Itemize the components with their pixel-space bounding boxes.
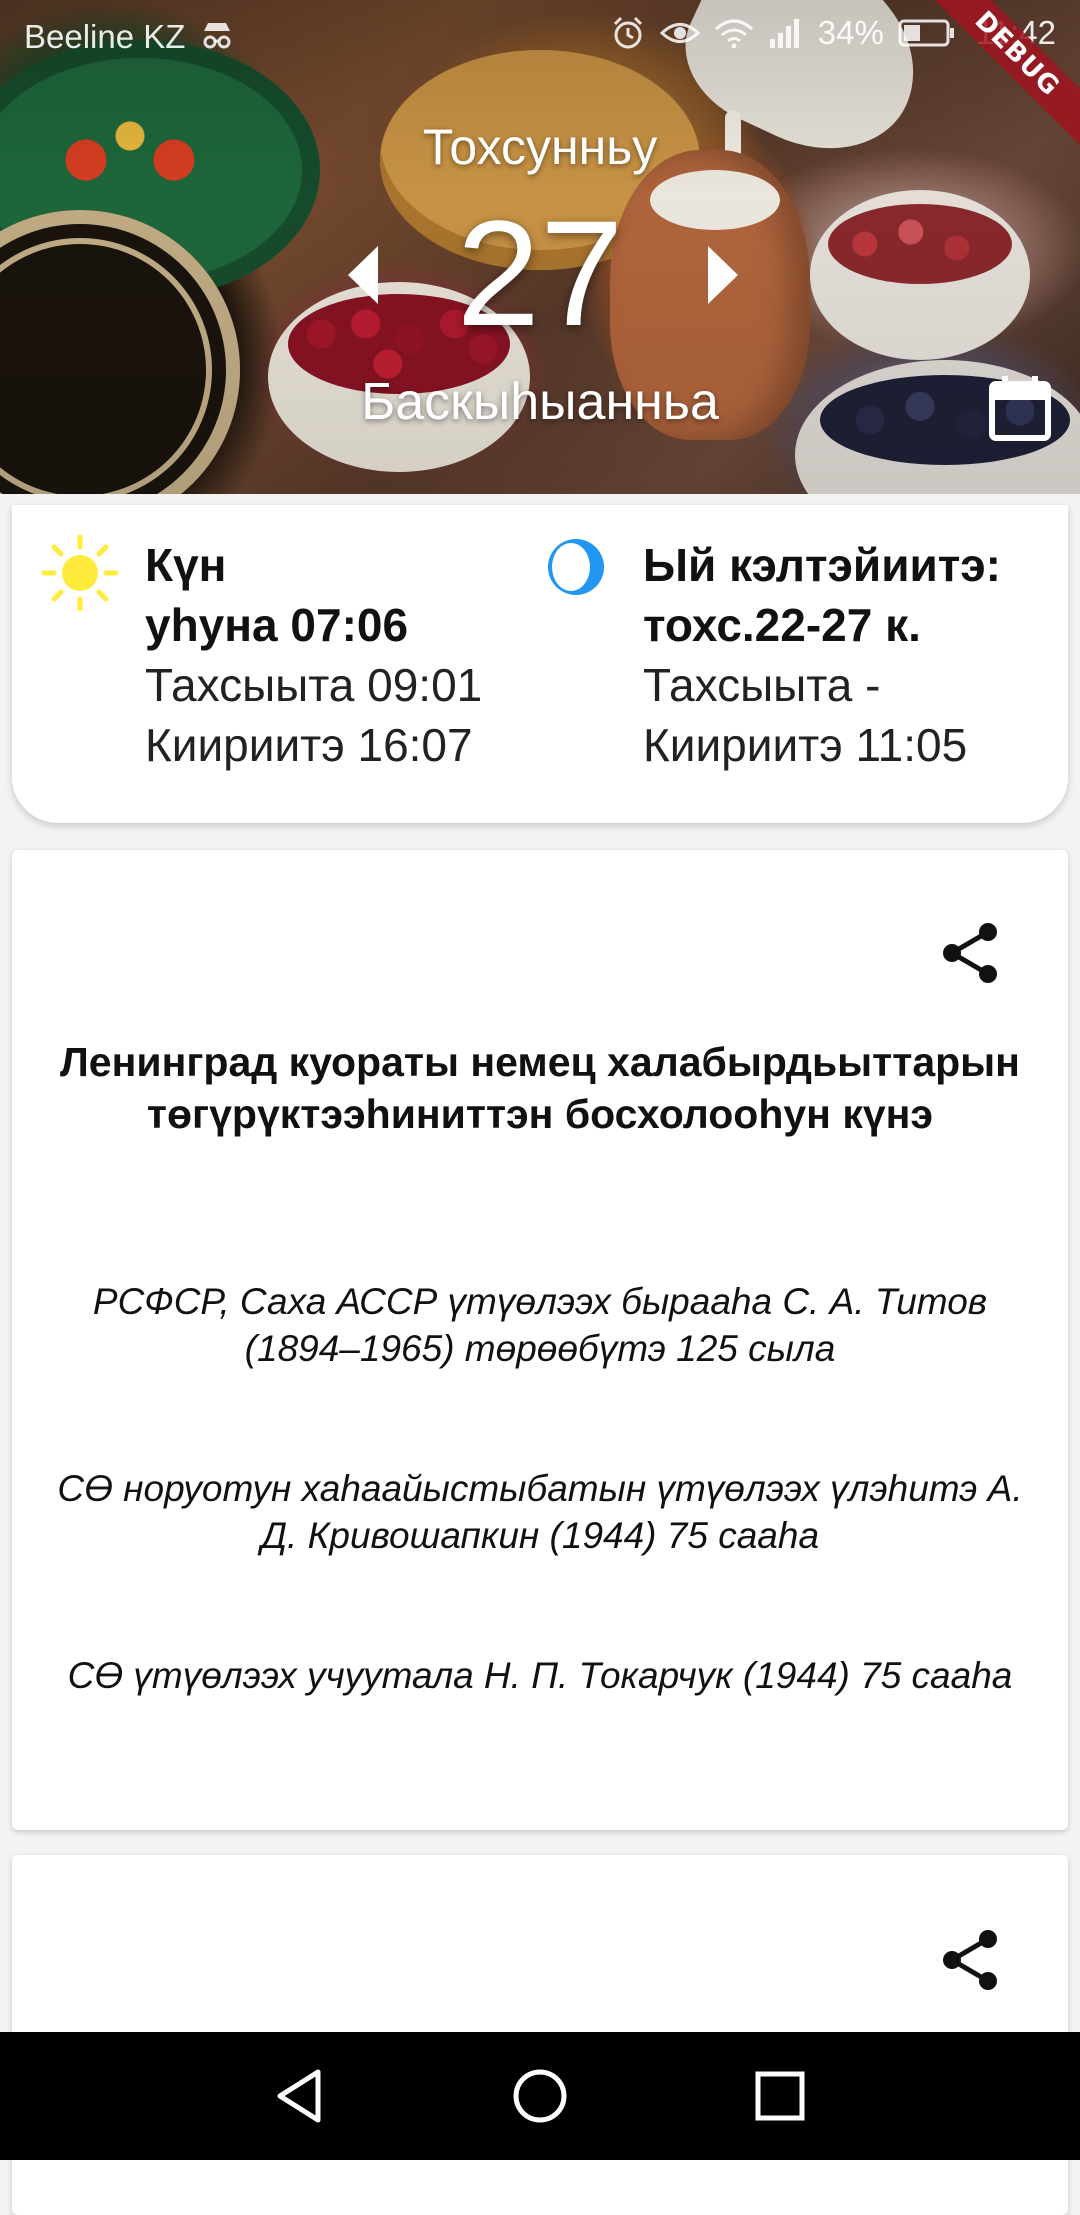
battery-icon [898, 19, 954, 47]
alarm-icon [613, 16, 642, 49]
carrier-name: Beeline KZ [24, 18, 186, 55]
event-card: Ленинград куораты немец халабырдьыттарын… [12, 850, 1068, 1830]
recents-icon[interactable] [748, 2064, 812, 2128]
home-icon[interactable] [508, 2064, 572, 2128]
battery-percent: 34% [817, 14, 884, 51]
chevron-left-icon[interactable] [344, 244, 384, 306]
month-label: Тохсунньу [422, 119, 658, 175]
share-icon[interactable] [936, 1925, 1006, 1995]
moonset-time: Киириитэ 11:05 [643, 719, 968, 771]
sunset-time: Киириитэ 16:07 [145, 719, 473, 771]
event-item: СӨ норуотун хаһаайыстыбатын үтүөлээх үлэ… [57, 1468, 1023, 1556]
chevron-right-icon[interactable] [702, 244, 742, 306]
sun-icon [41, 534, 119, 612]
wifi-icon [714, 19, 753, 49]
sun-info: Күн уһуна 07:06 Тахсыыта 09:01 Киириитэ … [145, 535, 545, 775]
incognito-icon [203, 23, 231, 49]
moonrise-time: Тахсыыта - [643, 659, 881, 711]
day-length-value: уһуна 07:06 [145, 599, 409, 651]
signal-icon [769, 19, 799, 48]
moon-phase-value: тохс.22-27 к. [643, 599, 921, 651]
moon-icon [548, 539, 604, 595]
day-number: 27 [456, 189, 624, 357]
sunrise-time: Тахсыыта 09:01 [145, 659, 483, 711]
system-nav-bar [0, 2032, 1080, 2160]
event-item: РСФСР, Саха АССР үтүөлээх бырааһа С. А. … [92, 1281, 988, 1369]
moon-info: Ый кэлтэйиитэ: тохс.22-27 к. Тахсыыта - … [643, 535, 1063, 775]
back-icon[interactable] [268, 2064, 332, 2128]
sun-moon-card: Күн уһуна 07:06 Тахсыыта 09:01 Киириитэ … [12, 505, 1068, 823]
status-bar: Beeline KZ 34% DEBUG [0, 0, 1080, 157]
day-length-title: Күн [145, 539, 227, 591]
calendar-icon[interactable] [988, 374, 1052, 442]
moon-phase-title: Ый кэлтэйиитэ: [643, 539, 1002, 591]
weekday-label: Баскыһыанньа [361, 373, 719, 431]
share-icon[interactable] [936, 918, 1006, 988]
event-item: СӨ үтүөлээх учуутала Н. П. Токарчук (194… [67, 1655, 1013, 1696]
eye-icon [659, 23, 700, 43]
event-title: Ленинград куораты немец халабырдьыттарын… [60, 1039, 1020, 1137]
